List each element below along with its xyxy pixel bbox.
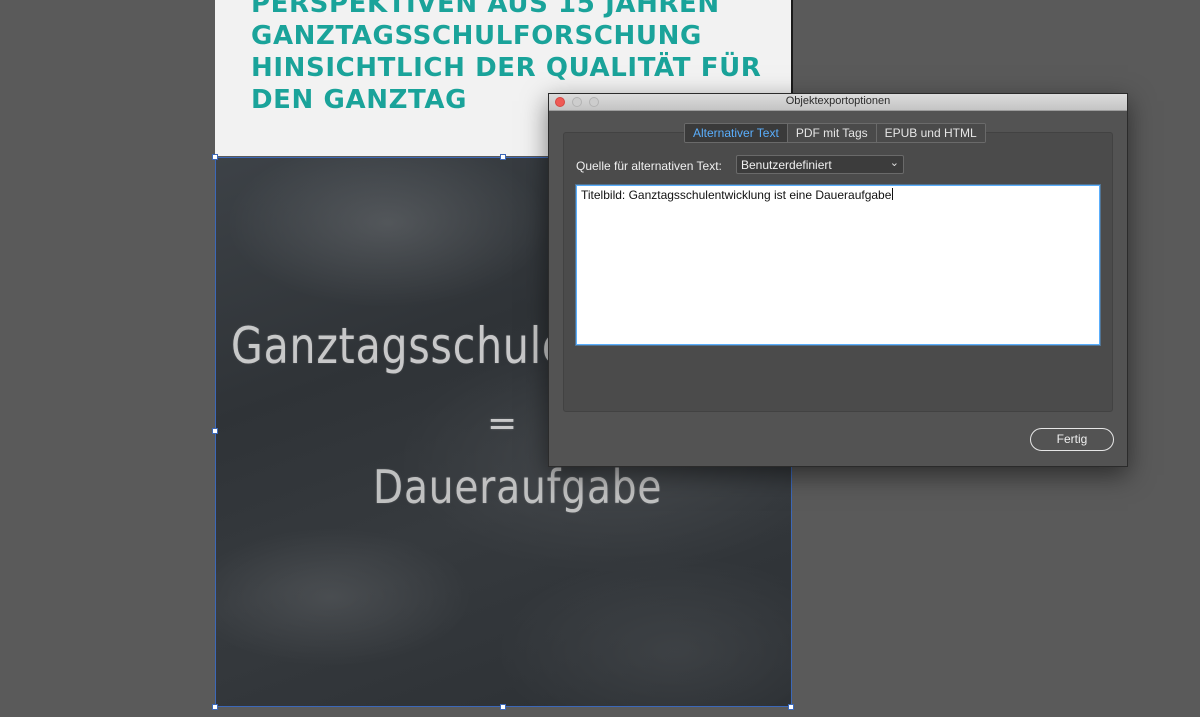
- done-button[interactable]: Fertig: [1030, 428, 1114, 451]
- source-select-value: Benutzerdefiniert: [741, 158, 832, 172]
- tab-pdf-tags[interactable]: PDF mit Tags: [787, 124, 877, 142]
- resize-handle-bottom-right[interactable]: [788, 704, 794, 710]
- chalk-equals-sign: =: [487, 403, 519, 444]
- alt-text-textarea[interactable]: Titelbild: Ganztagsschulentwicklung ist …: [576, 185, 1100, 345]
- headline-line: PERSPEKTIVEN AUS 15 JAHREN: [251, 0, 720, 19]
- chevron-down-icon: ⌄: [889, 157, 899, 169]
- object-export-options-dialog: Objektexportoptionen Alternativer Text P…: [548, 93, 1128, 467]
- source-label: Quelle für alternativen Text:: [576, 159, 722, 173]
- chalk-text-daueraufgabe: Daueraufgabe: [373, 460, 663, 514]
- alt-text-value: Titelbild: Ganztagsschulentwicklung ist …: [581, 188, 894, 202]
- resize-handle-bottom[interactable]: [500, 704, 506, 710]
- tab-epub-html[interactable]: EPUB und HTML: [876, 124, 985, 142]
- headline-line: HINSICHTLICH DER QUALITÄT FÜR: [251, 53, 762, 83]
- source-select[interactable]: Benutzerdefiniert ⌄: [736, 155, 904, 174]
- headline-line: GANZTAGSSCHULFORSCHUNG: [251, 21, 702, 51]
- tab-alternative-text[interactable]: Alternativer Text: [685, 124, 788, 142]
- dialog-title: Objektexportoptionen: [785, 95, 891, 107]
- resize-handle-top[interactable]: [500, 154, 506, 160]
- resize-handle-top-left[interactable]: [212, 154, 218, 160]
- resize-handle-left[interactable]: [212, 428, 218, 434]
- resize-handle-bottom-left[interactable]: [212, 704, 218, 710]
- dialog-titlebar[interactable]: Objektexportoptionen: [549, 94, 1127, 111]
- chalk-text-ganztagsschule: Ganztagsschule: [231, 317, 568, 375]
- tab-bar: Alternativer Text PDF mit Tags EPUB und …: [684, 123, 986, 143]
- text-caret: [892, 188, 894, 200]
